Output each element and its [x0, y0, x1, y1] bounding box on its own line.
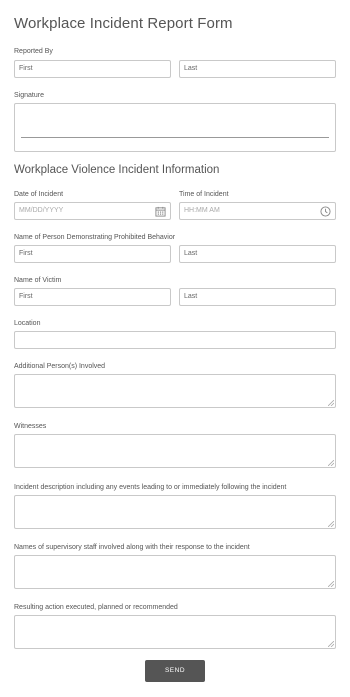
reported-by-last-input[interactable]: Last	[179, 60, 336, 78]
additional-persons-textarea[interactable]	[14, 374, 336, 408]
supervisory-label: Names of supervisory staff involved alon…	[14, 544, 250, 551]
witnesses-label: Witnesses	[14, 423, 47, 430]
person-last-input[interactable]: Last	[179, 245, 336, 263]
person-last-placeholder: Last	[184, 250, 198, 257]
location-input[interactable]	[14, 331, 336, 349]
calendar-icon[interactable]	[155, 206, 166, 217]
date-of-incident-input[interactable]: MM/DD/YYYY	[14, 202, 171, 220]
time-placeholder: HH:MM AM	[184, 207, 220, 214]
victim-label: Name of Victim	[14, 277, 62, 284]
reported-by-label: Reported By	[14, 48, 53, 55]
date-placeholder: MM/DD/YYYY	[19, 207, 64, 214]
time-of-incident-label: Time of Incident	[179, 191, 229, 198]
signature-pad[interactable]	[14, 103, 336, 152]
victim-first-placeholder: First	[19, 293, 33, 300]
victim-last-placeholder: Last	[184, 293, 198, 300]
signature-label: Signature	[14, 92, 44, 99]
date-of-incident-label: Date of Incident	[14, 191, 64, 198]
resulting-action-textarea[interactable]	[14, 615, 336, 649]
victim-first-input[interactable]: First	[14, 288, 171, 306]
resize-handle-icon[interactable]	[328, 641, 334, 647]
reported-by-last-placeholder: Last	[184, 65, 198, 72]
clock-icon[interactable]	[320, 206, 331, 217]
resize-handle-icon[interactable]	[328, 460, 334, 466]
person-first-placeholder: First	[19, 250, 33, 257]
resize-handle-icon[interactable]	[328, 581, 334, 587]
location-label: Location	[14, 320, 41, 327]
person-first-input[interactable]: First	[14, 245, 171, 263]
resulting-action-label: Resulting action executed, planned or re…	[14, 604, 178, 611]
witnesses-textarea[interactable]	[14, 434, 336, 468]
page-title: Workplace Incident Report Form	[14, 15, 233, 32]
additional-persons-label: Additional Person(s) Involved	[14, 363, 106, 370]
resize-handle-icon[interactable]	[328, 521, 334, 527]
resize-handle-icon[interactable]	[328, 400, 334, 406]
reported-by-first-input[interactable]: First	[14, 60, 171, 78]
send-button[interactable]: SEND	[145, 660, 205, 682]
reported-by-first-placeholder: First	[19, 65, 33, 72]
time-of-incident-input[interactable]: HH:MM AM	[179, 202, 336, 220]
section-title: Workplace Violence Incident Information	[14, 164, 220, 176]
victim-last-input[interactable]: Last	[179, 288, 336, 306]
signature-line	[21, 137, 329, 138]
person-prohibited-label: Name of Person Demonstrating Prohibited …	[14, 234, 176, 241]
supervisory-textarea[interactable]	[14, 555, 336, 589]
description-label: Incident description including any event…	[14, 484, 287, 491]
description-textarea[interactable]	[14, 495, 336, 529]
